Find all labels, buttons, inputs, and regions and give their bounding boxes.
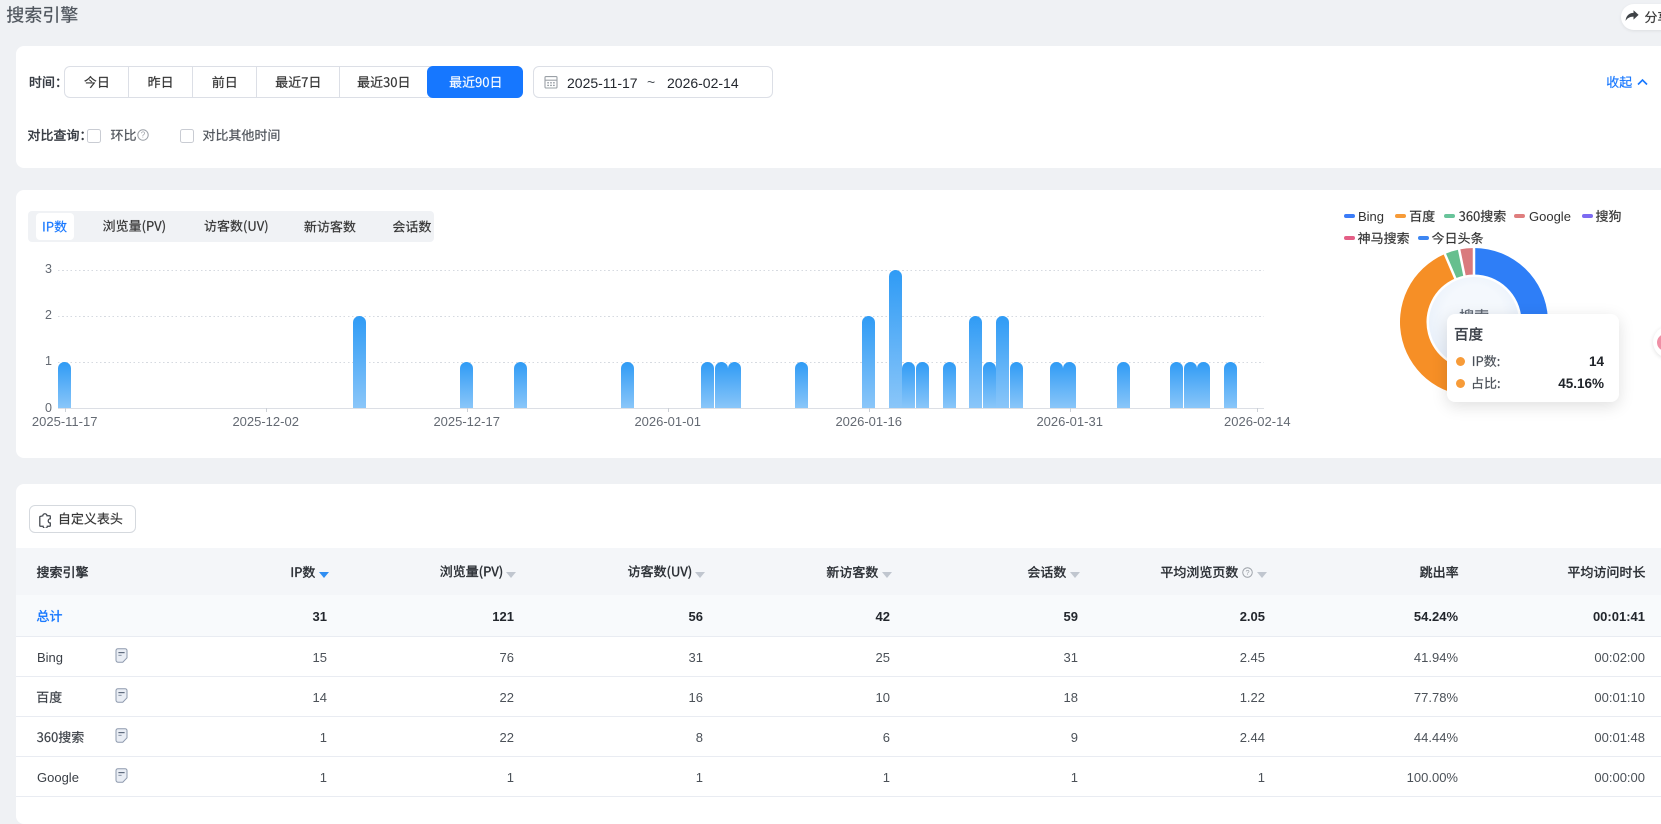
svg-text:?: ? [1245, 567, 1249, 576]
svg-text:?: ? [141, 131, 146, 140]
